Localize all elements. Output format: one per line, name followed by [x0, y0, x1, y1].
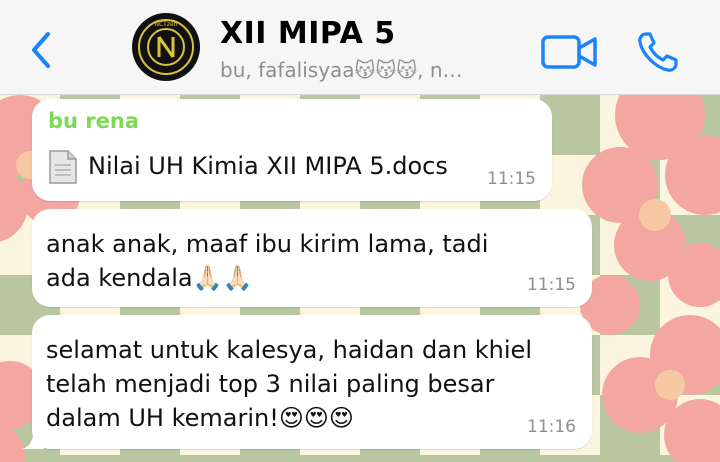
attachment-filename[interactable]: Nilai UH Kimia XII MIPA 5.docs	[88, 152, 448, 180]
group-avatar[interactable]: NCTzen	[132, 13, 200, 81]
chat-header: NCTzen XII MIPA 5 bu, fafalisyaa😽😽😽, n…	[0, 0, 720, 95]
svg-text:NCTzen: NCTzen	[155, 21, 178, 28]
document-icon	[49, 150, 77, 184]
message-time: 11:15	[487, 169, 536, 189]
bubble-tail	[22, 427, 44, 449]
message-time: 11:15	[527, 275, 576, 295]
group-logo-icon: NCTzen	[134, 15, 198, 79]
chevron-left-icon[interactable]	[26, 30, 58, 70]
message-text: selamat untuk kalesya, haidan dan khiel …	[46, 336, 532, 432]
chat-area[interactable]: bu rena Nilai UH Kimia XII MIPA 5.docs 1…	[0, 95, 720, 462]
group-members[interactable]: bu, fafalisyaa😽😽😽, n…	[220, 58, 463, 82]
message-text: anak anak, maaf ibu kirim lama, tadi ada…	[46, 230, 489, 292]
sender-name[interactable]: bu rena	[48, 109, 139, 133]
group-title[interactable]: XII MIPA 5	[220, 16, 396, 51]
video-camera-icon[interactable]	[540, 32, 598, 72]
message-time: 11:16	[527, 417, 576, 437]
message-bubble-file[interactable]: bu rena Nilai UH Kimia XII MIPA 5.docs 1…	[32, 99, 552, 201]
message-bubble-text[interactable]: anak anak, maaf ibu kirim lama, tadi ada…	[32, 209, 592, 307]
message-bubble-text[interactable]: selamat untuk kalesya, haidan dan khiel …	[22, 315, 592, 449]
phone-icon[interactable]	[636, 30, 680, 74]
